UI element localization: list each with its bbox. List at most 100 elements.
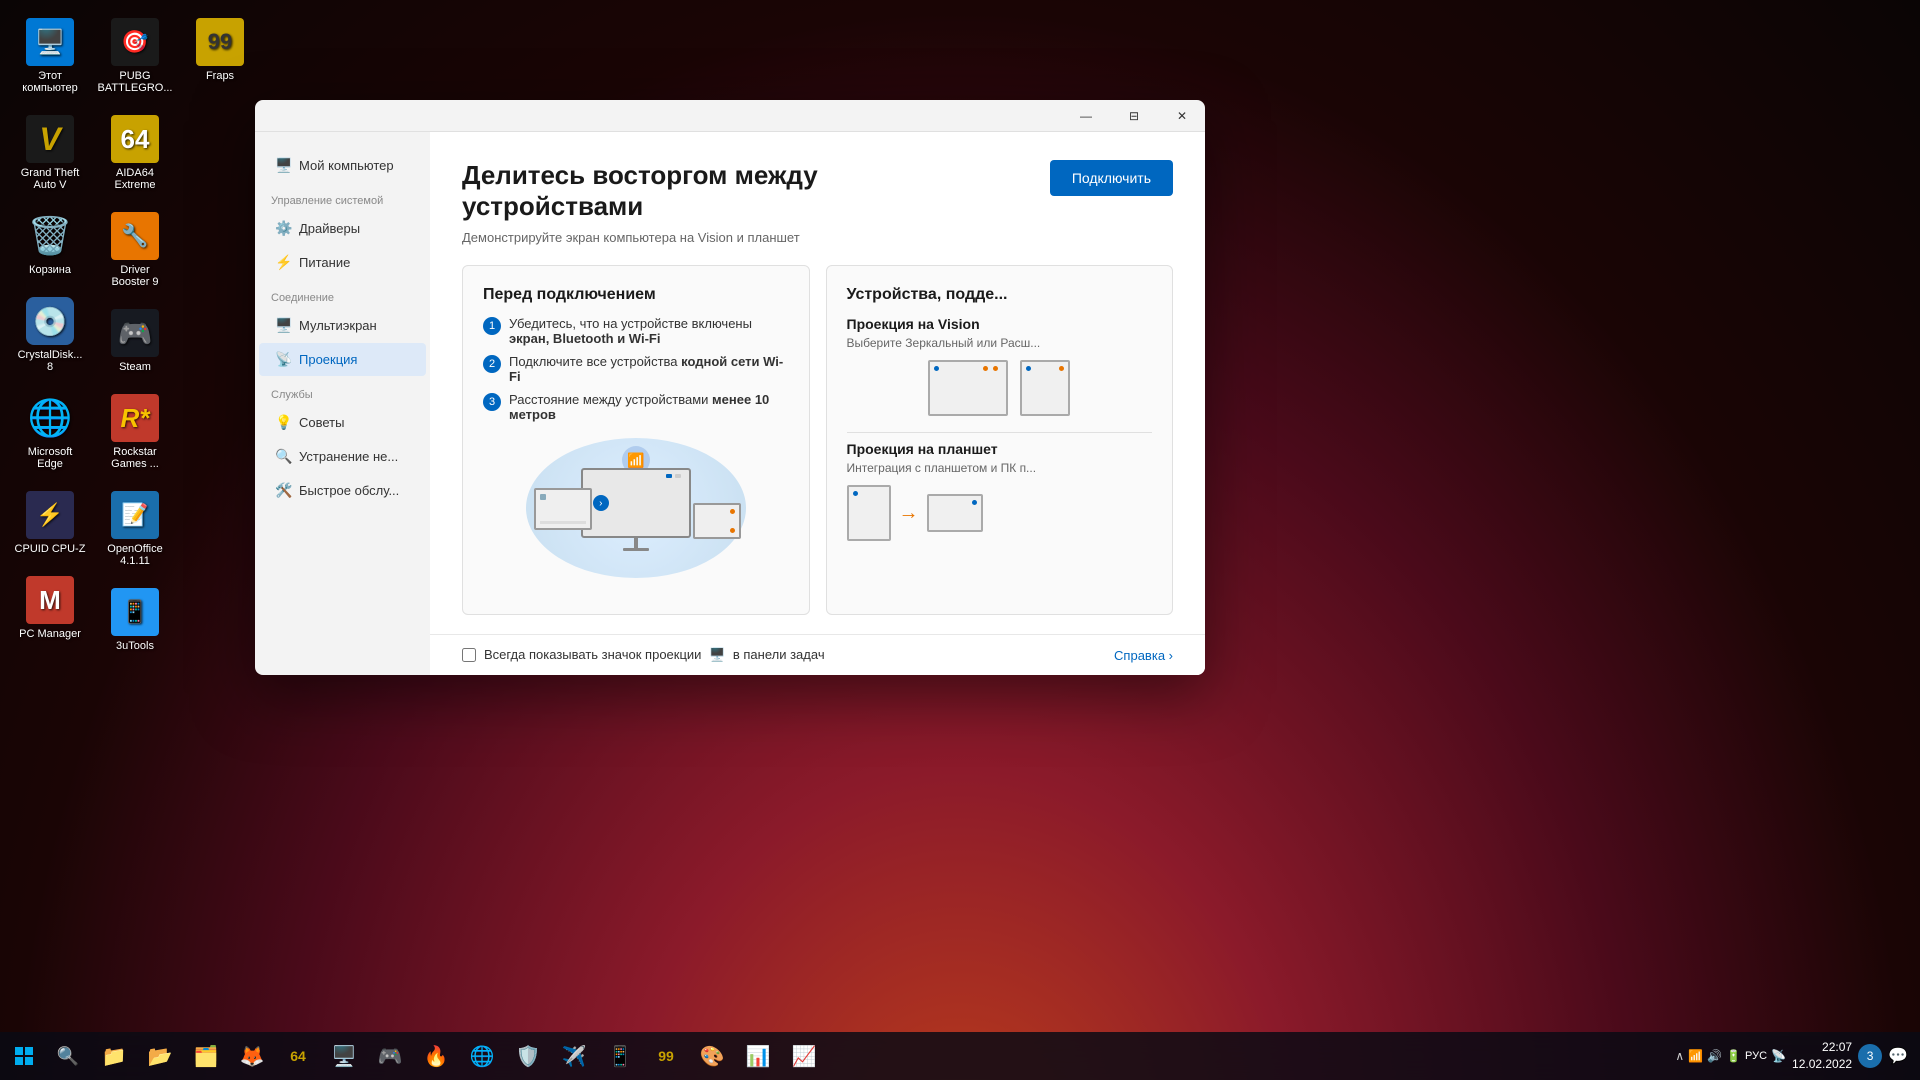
desktop-icon-aida64[interactable]: 64 AIDA64Extreme (95, 107, 175, 199)
clock-date: 12.02.2022 (1792, 1056, 1852, 1073)
taskbar-64[interactable]: 64 (276, 1036, 320, 1076)
main-header: Делитесь восторгом между устройствами По… (462, 160, 1173, 222)
step-2: 2 Подключите все устройства кодной сети … (483, 354, 789, 384)
system-tray: ∧ 📶 🔊 🔋 РУС 📡 (1675, 1049, 1786, 1063)
sidebar-item-projection[interactable]: 📡 Проекция (259, 343, 426, 376)
sidebar-item-power[interactable]: ⚡ Питание (259, 246, 426, 279)
desktop-icon-rockstar[interactable]: R* RockstarGames ... (95, 386, 175, 478)
step-1-text-bold: экран, Bluetooth и Wi-Fi (509, 331, 660, 346)
sidebar-troubleshoot-label: Устранение не... (299, 449, 398, 464)
right-screen-illustration (693, 503, 741, 539)
user-avatar[interactable]: 3 (1858, 1044, 1882, 1068)
page-subtitle: Демонстрируйте экран компьютера на Visio… (462, 230, 1173, 245)
taskbar-photoshop[interactable]: 🎨 (690, 1036, 734, 1076)
main-content: Делитесь восторгом между устройствами По… (430, 132, 1205, 634)
taskbar-telegram[interactable]: ✈️ (552, 1036, 596, 1076)
3utools-icon: 📱 (111, 588, 159, 636)
taskbar-security[interactable]: 🔥 (414, 1036, 458, 1076)
aida64-icon: 64 (111, 115, 159, 163)
taskbar-whatsapp[interactable]: 📱 (598, 1036, 642, 1076)
step-2-text: Подключите все устройства кодной сети Wi… (509, 354, 789, 384)
sidebar-mycomputer-label: Мой компьютер (299, 158, 394, 173)
aida64-label: AIDA64Extreme (115, 167, 156, 191)
sidebar-section-services: Службы (255, 377, 430, 405)
tablet-device-image: → (847, 485, 1153, 541)
desktop-icon-recycle[interactable]: 🗑️ Корзина (10, 204, 90, 284)
desktop-icon-thispc[interactable]: 🖥️ Этот компьютер (10, 10, 90, 102)
restore-button[interactable]: ⊟ (1111, 100, 1157, 132)
start-button[interactable] (0, 1032, 48, 1080)
taskbar-files[interactable]: 📂 (138, 1036, 182, 1076)
window-main: Делитесь восторгом между устройствами По… (430, 132, 1205, 675)
step-1-text-normal: Убедитесь, что на устройстве включены (509, 316, 752, 331)
tablet-img (847, 485, 891, 541)
pubg-label: PUBGBATTLEGRO... (98, 70, 173, 94)
desktop-icon-3utools[interactable]: 📱 3uTools (95, 580, 175, 660)
rockstar-label: RockstarGames ... (111, 446, 159, 470)
show-projection-icon-checkbox[interactable] (462, 648, 476, 662)
desktop-icon-pcmanager[interactable]: M PC Manager (10, 568, 90, 648)
sidebar-item-drivers[interactable]: ⚙️ Драйверы (259, 212, 426, 245)
step-number-2: 2 (483, 355, 501, 373)
desktop-icon-pubg[interactable]: 🎯 PUBGBATTLEGRO... (95, 10, 175, 102)
desktop-icon-crystaldisk[interactable]: 💿 CrystalDisk...8 (10, 289, 90, 381)
sidebar-section-connection: Соединение (255, 280, 430, 308)
vision-second-device-img (1020, 360, 1070, 416)
step-1-text: Убедитесь, что на устройстве включены эк… (509, 316, 789, 346)
taskbar-mail[interactable]: 🗂️ (184, 1036, 228, 1076)
sidebar-item-troubleshoot[interactable]: 🔍 Устранение не... (259, 440, 426, 473)
window-body: 🖥️ Мой компьютер Управление системой ⚙️ … (255, 132, 1205, 675)
taskbar-browser[interactable]: 🦊 (230, 1036, 274, 1076)
taskbar-monitor[interactable]: 🖥️ (322, 1036, 366, 1076)
sidebar-item-tips[interactable]: 💡 Советы (259, 406, 426, 439)
edge-label: MicrosoftEdge (28, 446, 73, 470)
desktop-icon-fraps[interactable]: 99 Fraps (180, 10, 260, 90)
taskbar-clock[interactable]: 22:07 12.02.2022 (1792, 1039, 1852, 1073)
taskbar-steam[interactable]: 🎮 (368, 1036, 412, 1076)
vision-device-image (847, 360, 1153, 416)
desktop-icon-driverbooster[interactable]: 🔧 DriverBooster 9 (95, 204, 175, 296)
window-titlebar: — ⊟ ✕ (255, 100, 1205, 132)
screen-arrow-icon: › (593, 495, 609, 511)
desktop-icon-edge[interactable]: 🌐 MicrosoftEdge (10, 386, 90, 478)
help-link[interactable]: Справка › (1114, 648, 1173, 663)
fraps-label: Fraps (206, 70, 234, 82)
taskbar-edge[interactable]: 🌐 (460, 1036, 504, 1076)
sidebar-item-multiscreen[interactable]: 🖥️ Мультиэкран (259, 309, 426, 342)
search-button[interactable]: 🔍 (48, 1032, 88, 1080)
clock-time: 22:07 (1792, 1039, 1852, 1056)
taskbar-explorer[interactable]: 📁 (92, 1036, 136, 1076)
connect-button[interactable]: Подключить (1050, 160, 1173, 196)
troubleshoot-icon: 🔍 (275, 448, 291, 465)
tablet-title: Проекция на планшет (847, 441, 1153, 457)
taskbar-99[interactable]: 99 (644, 1036, 688, 1076)
3utools-label: 3uTools (116, 640, 154, 652)
pcmanager-label: PC Manager (19, 628, 81, 640)
taskbar-analytics[interactable]: 📈 (782, 1036, 826, 1076)
notification-icon[interactable]: 💬 (1888, 1046, 1908, 1066)
crystaldisk-label: CrystalDisk...8 (18, 349, 83, 373)
sidebar-item-mycomputer[interactable]: 🖥️ Мой компьютер (259, 149, 426, 182)
projection-icon: 📡 (275, 351, 291, 368)
close-button[interactable]: ✕ (1159, 100, 1205, 132)
gta-icon: V (26, 115, 74, 163)
tray-chevron[interactable]: ∧ (1675, 1049, 1684, 1063)
checkbox-label: Всегда показывать значок проекции 🖥️ в п… (484, 647, 825, 663)
monitor-stand-illustration (634, 538, 638, 548)
desktop-icon-gta[interactable]: V Grand TheftAuto V (10, 107, 90, 199)
cpuid-icon: ⚡ (26, 491, 74, 539)
connection-illustration: 📶 › (483, 422, 789, 594)
crystaldisk-icon: 💿 (26, 297, 74, 345)
sidebar-item-quickservice[interactable]: 🛠️ Быстрое обслу... (259, 474, 426, 507)
minimize-button[interactable]: — (1063, 100, 1109, 132)
projection-window: — ⊟ ✕ 🖥️ Мой компьютер Управление систем… (255, 100, 1205, 675)
desktop-icon-cpuid[interactable]: ⚡ CPUID CPU-Z (10, 483, 90, 563)
sidebar-projection-label: Проекция (299, 352, 357, 367)
openoffice-label: OpenOffice4.1.11 (107, 543, 162, 567)
drivers-icon: ⚙️ (275, 220, 291, 237)
desktop-icon-steam[interactable]: 🎮 Steam (95, 301, 175, 381)
taskbar-pcmanager[interactable]: 📊 (736, 1036, 780, 1076)
language-indicator[interactable]: РУС (1745, 1050, 1767, 1062)
taskbar-antivirus[interactable]: 🛡️ (506, 1036, 550, 1076)
desktop-icon-openoffice[interactable]: 📝 OpenOffice4.1.11 (95, 483, 175, 575)
